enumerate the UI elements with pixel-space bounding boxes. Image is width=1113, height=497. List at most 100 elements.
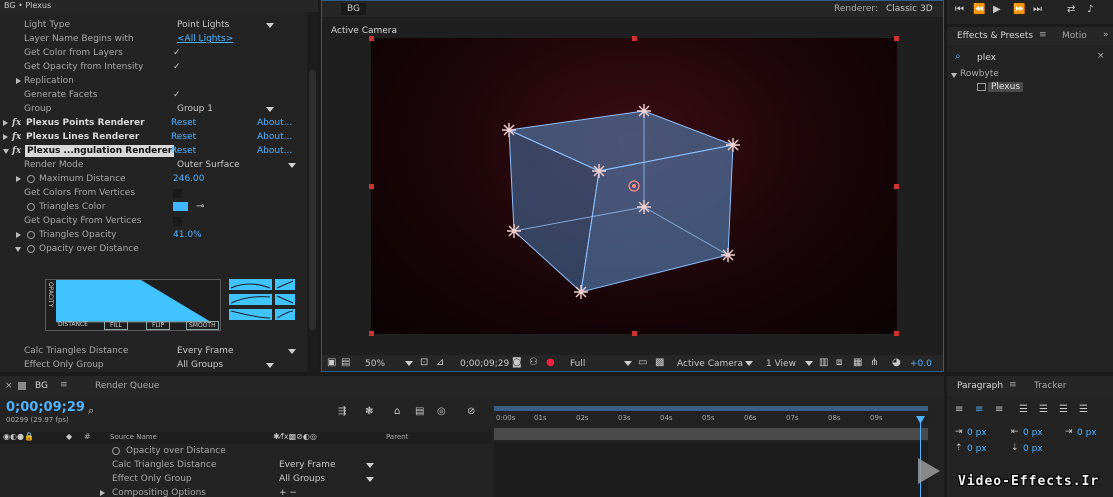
viewer-timecode[interactable]: 0;00;09;29 [460,359,509,369]
triangles-opacity-value[interactable]: 41.0% [173,228,202,242]
timeline-tab-bg[interactable]: BG [35,381,48,391]
category-rowbyte[interactable]: Rowbyte [960,69,999,79]
collapse-arrow-icon[interactable] [951,73,957,78]
effect-item-plexus[interactable]: Plexus [988,82,1024,92]
indent-left-value[interactable]: 0 px [967,428,987,438]
effect-triangulation-renderer[interactable]: fx Plexus ...ngulation Renderer Reset Ab… [0,144,310,158]
effect-only-group-dropdown[interactable]: All Groups [279,472,325,486]
chevron-down-icon[interactable] [266,363,274,368]
render-mode-dropdown[interactable]: Outer Surface [177,158,240,172]
draft-3d-icon[interactable]: ❃ [365,406,373,418]
audio-icon[interactable]: ♪ [1087,4,1093,16]
triangles-color-swatch[interactable] [173,202,188,211]
timeline-timecode[interactable]: 0;00;09;29 [6,400,85,415]
layer-duration-bar[interactable] [494,428,928,440]
chevron-down-icon[interactable] [745,361,753,366]
effect-points-renderer[interactable]: fx Plexus Points Renderer Reset About... [0,116,310,130]
chevron-down-icon[interactable] [366,477,374,482]
layer-handle[interactable] [369,184,374,189]
snapshot-icon[interactable]: ◙ [512,357,522,369]
grid-icon[interactable]: ▤ [341,357,350,369]
current-time-indicator[interactable] [920,416,921,497]
show-snapshot-icon[interactable]: ⚇ [529,357,538,369]
frame-blend-icon[interactable]: ▤ [415,406,424,418]
channel-icon[interactable]: ● [546,357,555,369]
reset-button[interactable]: Reset [171,144,196,158]
expand-arrow-icon[interactable] [3,120,8,126]
last-frame-icon[interactable]: ⏭ [1033,4,1042,16]
layer-handle[interactable] [632,331,637,336]
tab-effects-presets[interactable]: Effects & Presets [957,31,1033,41]
chevron-down-icon[interactable] [805,361,813,366]
search-icon[interactable]: ⌕ [88,404,94,418]
region-icon[interactable]: ⊿ [436,357,444,369]
distance-button[interactable]: DISTANCE [58,321,88,328]
justify-left-icon[interactable]: ☰ [1019,404,1028,416]
calc-triangles-dropdown[interactable]: Every Frame [177,344,233,358]
effect-only-group-dropdown[interactable]: All Groups [177,358,223,372]
align-center-icon[interactable]: ≡ [975,404,983,416]
opacity-graph[interactable]: OPACITY DISTANCE FILL FLIP SMOOTH [45,279,221,331]
tab-tracker[interactable]: Tracker [1034,381,1066,391]
exposure-value[interactable]: +0.0 [910,359,932,369]
chevron-down-icon[interactable] [288,163,296,168]
about-button[interactable]: About... [257,144,292,158]
first-line-value[interactable]: 0 px [1077,428,1097,438]
fill-button[interactable]: FILL [104,321,128,330]
justify-right-icon[interactable]: ☰ [1059,404,1068,416]
checkbox-generate-facets[interactable]: ✓ [173,88,181,102]
shy-icon[interactable]: ⌂ [394,406,400,418]
about-button[interactable]: About... [257,116,292,130]
motion-blur-icon[interactable]: ◎ [437,406,446,418]
smooth-button[interactable]: SMOOTH [186,321,219,330]
prev-frame-icon[interactable]: ⏪ [973,4,985,16]
fit-icon[interactable]: ⊡ [420,357,428,369]
timeline-icon[interactable]: ▦ [853,357,862,369]
checkbox-get-opacity[interactable]: ✓ [173,60,181,74]
comp-flow-icon[interactable]: ⇶ [338,406,346,418]
panel-menu-icon[interactable]: ≡ [1039,30,1047,40]
zoom-dropdown[interactable]: 50% [365,359,385,369]
next-frame-icon[interactable]: ⏩ [1013,4,1025,16]
fx-icon[interactable]: fx [12,116,21,130]
transparency-grid-icon[interactable]: ▩ [655,357,664,369]
chevron-down-icon[interactable] [405,361,413,366]
exposure-icon[interactable]: ◕ [892,357,901,369]
col-parent[interactable]: Parent [386,433,408,441]
work-area-bar[interactable] [494,406,928,411]
panel-menu-icon[interactable]: ≡ [1009,380,1017,390]
chevron-down-icon[interactable] [266,107,274,112]
collapse-arrow-icon[interactable] [3,149,9,154]
tab-motion[interactable]: Motio [1062,31,1087,41]
about-button[interactable]: About... [257,130,292,144]
justify-all-icon[interactable]: ☰ [1079,404,1088,416]
views-layout-dropdown[interactable]: 1 View [766,359,796,369]
renderer-value[interactable]: Classic 3D [886,4,933,14]
stopwatch-icon[interactable] [112,447,120,455]
expand-arrow-icon[interactable] [100,490,105,496]
space-before-value[interactable]: 0 px [967,444,987,454]
comp-tab-bg[interactable]: BG [341,3,366,15]
group-dropdown[interactable]: Group 1 [177,102,213,116]
expand-arrow-icon[interactable] [16,176,21,182]
expand-arrow-icon[interactable] [16,78,21,84]
eyedropper-icon[interactable]: ⊸ [196,200,204,214]
chevron-down-icon[interactable] [624,361,632,366]
panel-menu-icon[interactable]: ≡ [60,380,68,390]
stopwatch-icon[interactable] [27,203,35,211]
clear-search-icon[interactable]: × [1097,51,1105,61]
light-type-dropdown[interactable]: Point Lights [177,18,229,32]
label-icon[interactable]: ◆ [66,432,72,441]
stopwatch-icon[interactable] [27,175,35,183]
always-preview-icon[interactable]: ▣ [327,357,336,369]
scrollbar-thumb[interactable] [309,70,316,330]
camera-view-dropdown[interactable]: Active Camera [677,359,743,369]
chevron-down-icon[interactable] [288,349,296,354]
curve-preset-icons[interactable] [229,279,297,323]
stopwatch-icon[interactable] [27,231,35,239]
first-frame-icon[interactable]: ⏮ [955,4,964,16]
tab-render-queue[interactable]: Render Queue [95,381,159,391]
fx-icon[interactable]: fx [12,130,21,144]
toggle-pixel-icon[interactable]: ▥ [819,357,828,369]
layer-handle[interactable] [894,331,899,336]
